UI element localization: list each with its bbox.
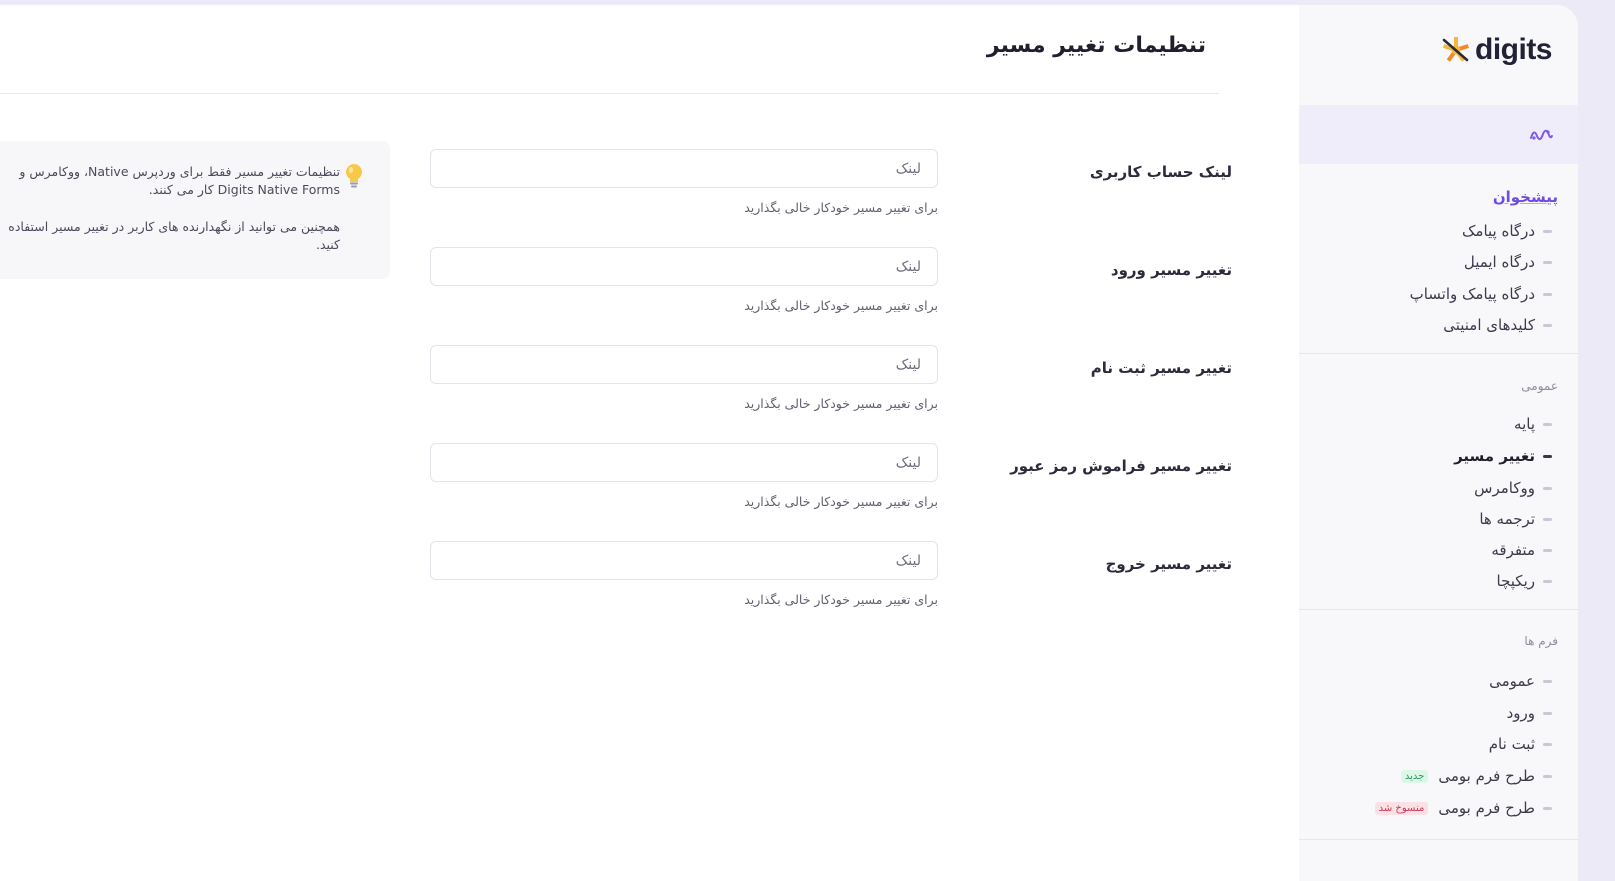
sidebar-link-dashboard[interactable]: پیشخوان [1493,188,1558,206]
sidebar: digits پیشخوان درگاه پیامک درگاه ایمیل د… [1299,5,1578,881]
dash-icon [1543,711,1552,715]
sidebar-item-translations[interactable]: ترجمه ها [1479,510,1552,528]
sidebar-item-woocommerce[interactable]: ووکامرس [1474,479,1552,497]
sidebar-item-label: ووکامرس [1474,479,1535,497]
logout-redirect-input[interactable] [430,541,938,580]
dash-icon [1543,260,1552,264]
sidebar-divider [1299,839,1578,840]
account-link-input[interactable] [430,149,938,188]
info-paragraph: تنظیمات تغییر مسیر فقط برای وردپرس Nativ… [19,164,340,197]
signup-redirect-input[interactable] [430,345,938,384]
dash-icon [1543,229,1552,233]
dash-icon [1543,774,1552,778]
sidebar-item-basic[interactable]: پایه [1514,415,1552,433]
dash-icon [1543,292,1552,296]
sidebar-item-label: درگاه پیامک واتساپ [1409,285,1535,303]
dash-icon [1543,806,1552,810]
field-label-account-link: لینک حساب کاربری [1089,163,1232,181]
sidebar-item-label: عمومی [1489,672,1535,690]
field-help: برای تغییر مسیر خودکار خالی بگذارید [744,396,938,411]
activity-icon[interactable] [1528,123,1554,145]
dash-icon [1543,679,1552,683]
field-help: برای تغییر مسیر خودکار خالی بگذارید [744,200,938,215]
section-label-forms: فرم ها [1524,634,1558,648]
new-badge: جدید [1400,769,1429,783]
sidebar-item-label: طرح فرم بومی [1438,767,1535,785]
app-window: تنظیمات تغییر مسیر لینک حساب کاربری برای… [0,5,1578,881]
sidebar-item-label: ترجمه ها [1479,510,1535,528]
title-divider [0,93,1219,94]
info-box: تنظیمات تغییر مسیر فقط برای وردپرس Nativ… [0,141,390,279]
dash-icon [1543,579,1552,583]
forgot-password-redirect-input[interactable] [430,443,938,482]
field-help: برای تغییر مسیر خودکار خالی بگذارید [744,494,938,509]
dash-icon [1543,548,1552,552]
main-content: تنظیمات تغییر مسیر لینک حساب کاربری برای… [0,5,1259,881]
info-paragraph: همچنین می توانید از نگهدارنده های کاربر … [8,219,340,252]
field-help: برای تغییر مسیر خودکار خالی بگذارید [744,592,938,607]
logo[interactable]: digits [1441,33,1553,67]
sidebar-item-label: پایه [1514,415,1535,433]
sidebar-item-label: ثبت نام [1488,735,1535,753]
sidebar-item-native-form-design-new[interactable]: طرح فرم بومی جدید [1400,767,1552,785]
sidebar-item-label: درگاه ایمیل [1463,253,1535,271]
field-label-logout-redirect: تغییر مسیر خروج [1105,555,1232,573]
field-label-forgot-password-redirect: تغییر مسیر فراموش رمز عبور [1010,457,1232,475]
sidebar-item-label: ورود [1506,704,1535,722]
sidebar-item-email-gateway[interactable]: درگاه ایمیل [1464,253,1552,271]
sidebar-divider [1299,353,1578,354]
dash-icon [1543,454,1552,458]
field-label-signup-redirect: تغییر مسیر ثبت نام [1090,359,1232,377]
deprecated-badge: منسوخ شد [1374,801,1429,815]
dash-icon [1543,486,1552,490]
dash-icon [1543,323,1552,327]
section-label-general: عمومی [1521,379,1558,393]
login-redirect-input[interactable] [430,247,938,286]
sidebar-item-recaptcha[interactable]: ریکپچا [1497,572,1552,590]
sidebar-item-label: درگاه پیامک [1462,222,1535,240]
sidebar-item-miscellaneous[interactable]: متفرقه [1491,541,1552,559]
sidebar-item-label: طرح فرم بومی [1438,799,1535,817]
sidebar-item-redirection[interactable]: تغییر مسیر [1454,447,1552,465]
quick-access-bar [1299,105,1578,164]
sidebar-item-security-keys[interactable]: کلیدهای امنیتی [1443,316,1552,334]
lightbulb-icon [346,164,362,188]
sidebar-item-whatsapp-gateway[interactable]: درگاه پیامک واتساپ [1410,285,1552,303]
digits-logo-icon [1442,37,1469,62]
dash-icon [1543,742,1552,746]
sidebar-item-label: متفرقه [1491,541,1535,559]
sidebar-item-native-form-design-deprecated[interactable]: طرح فرم بومی منسوخ شد [1374,799,1552,817]
field-label-login-redirect: تغییر مسیر ورود [1110,261,1232,279]
sidebar-item-forms-login[interactable]: ورود [1507,704,1552,722]
dash-icon [1543,422,1552,426]
field-help: برای تغییر مسیر خودکار خالی بگذارید [744,298,938,313]
sidebar-item-sms-gateway[interactable]: درگاه پیامک [1462,222,1552,240]
sidebar-item-label: تغییر مسیر [1454,447,1535,465]
sidebar-item-label: ریکپچا [1496,572,1535,590]
sidebar-item-forms-general[interactable]: عمومی [1489,672,1552,690]
page-title: تنظیمات تغییر مسیر [986,33,1206,58]
logo-text: digits [1475,33,1553,66]
dash-icon [1543,517,1552,521]
sidebar-divider [1299,609,1578,610]
sidebar-item-label: کلیدهای امنیتی [1443,316,1535,334]
sidebar-item-forms-signup[interactable]: ثبت نام [1489,735,1552,753]
